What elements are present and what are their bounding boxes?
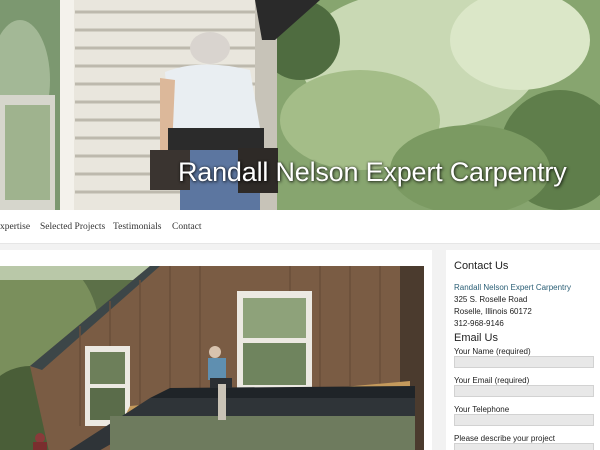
email-heading: Email Us [454,332,499,344]
name-field[interactable] [454,356,594,368]
content-card [0,250,432,450]
phone-number: 312-968-9146 [454,319,504,328]
project-description-label: Please describe your project [454,434,555,443]
site-title: Randall Nelson Expert Carpentry [178,157,567,187]
nav-item-expertise[interactable]: xpertise [0,222,30,232]
project-photo [0,266,424,450]
email-field[interactable] [454,385,594,397]
name-field-label: Your Name (required) [454,347,531,356]
nav-item-contact[interactable]: Contact [172,222,202,232]
nav-item-testimonials[interactable]: Testimonials [113,222,161,232]
address-line-2: Roselle, Illinois 60172 [454,307,532,316]
project-photo-image [0,266,424,450]
telephone-field-label: Your Telephone [454,405,510,414]
main-content-area: Contact Us Randall Nelson Expert Carpent… [0,244,600,450]
address-line-1: 325 S. Roselle Road [454,295,528,304]
contact-heading: Contact Us [454,260,509,272]
company-link[interactable]: Randall Nelson Expert Carpentry [454,283,571,292]
main-nav: xpertise Selected Projects Testimonials … [0,210,600,244]
hero-banner: Randall Nelson Expert Carpentry [0,0,600,210]
email-field-label: Your Email (required) [454,376,530,385]
contact-sidebar: Contact Us Randall Nelson Expert Carpent… [446,250,600,450]
telephone-field[interactable] [454,414,594,426]
project-description-field[interactable] [454,443,594,450]
nav-item-selected-projects[interactable]: Selected Projects [40,222,105,232]
